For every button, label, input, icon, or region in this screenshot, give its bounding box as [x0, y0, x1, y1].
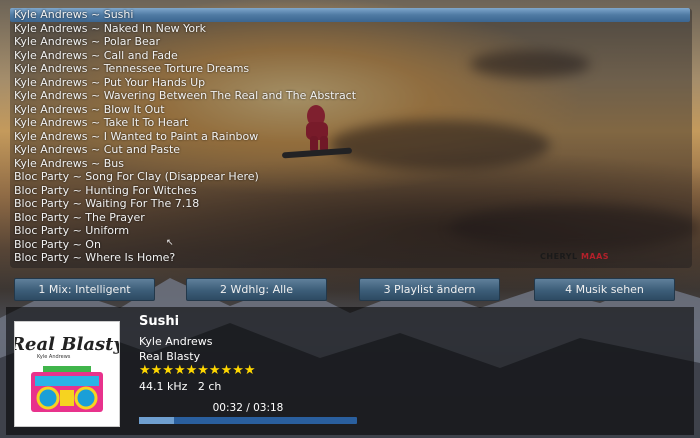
playlist-item[interactable]: Kyle Andrews ~ I Wanted to Paint a Rainb…	[10, 130, 692, 144]
track-artist: Kyle Andrews	[139, 335, 213, 348]
playlist-item[interactable]: Kyle Andrews ~ Polar Bear	[10, 35, 692, 49]
playlist-item[interactable]: Kyle Andrews ~ Blow It Out	[10, 103, 692, 117]
mouse-cursor-icon: ↖	[166, 238, 174, 248]
playlist-item[interactable]: Kyle Andrews ~ Call and Fade	[10, 49, 692, 63]
rating-stars: ★★★★★★★★★★	[139, 363, 256, 378]
playlist-item[interactable]: Kyle Andrews ~ Sushi	[10, 8, 690, 22]
playback-time: 00:32 / 03:18	[212, 402, 284, 414]
audio-format-info: 44.1 kHz 2 ch	[139, 380, 222, 393]
track-title: Sushi	[139, 314, 180, 329]
progress-bar[interactable]	[139, 417, 357, 424]
playlist-item[interactable]: Bloc Party ~ Waiting For The 7.18	[10, 197, 692, 211]
playlist-item[interactable]: Bloc Party ~ Song For Clay (Disappear He…	[10, 170, 692, 184]
playlist-item[interactable]: Kyle Andrews ~ Naked In New York	[10, 22, 692, 36]
playlist-item[interactable]: Bloc Party ~ The Prayer	[10, 211, 692, 225]
playlist-item[interactable]: Kyle Andrews ~ Wavering Between The Real…	[10, 89, 692, 103]
track-album: Real Blasty	[139, 350, 201, 363]
playlist-item[interactable]: Kyle Andrews ~ Tennessee Torture Dreams	[10, 62, 692, 76]
progress-fill	[139, 417, 174, 424]
playlist-item[interactable]: Kyle Andrews ~ Take It To Heart	[10, 116, 692, 130]
mix-button[interactable]: 1 Mix: Intelligent	[14, 278, 155, 301]
svg-text:Real Blasty: Real Blasty	[15, 334, 119, 355]
playlist-item[interactable]: Bloc Party ~ Hunting For Witches	[10, 184, 692, 198]
playlist-item[interactable]: Kyle Andrews ~ Put Your Hands Up	[10, 76, 692, 90]
playlist-list: Kyle Andrews ~ Sushi Kyle Andrews ~ Naked…	[10, 8, 692, 265]
edit-playlist-button[interactable]: 3 Playlist ändern	[359, 278, 500, 301]
playlist-item[interactable]: Bloc Party ~ On	[10, 238, 692, 252]
playlist-item[interactable]: Kyle Andrews ~ Bus	[10, 157, 692, 171]
album-cover-art: Real Blasty Kyle Andrews	[9, 321, 125, 427]
photo-watermark: CHERYL MAAS	[540, 252, 610, 261]
view-music-button[interactable]: 4 Musik sehen	[534, 278, 675, 301]
svg-text:Kyle Andrews: Kyle Andrews	[37, 354, 71, 360]
playlist-item[interactable]: Kyle Andrews ~ Cut and Paste	[10, 143, 692, 157]
playlist-item[interactable]: Bloc Party ~ Uniform	[10, 224, 692, 238]
repeat-button[interactable]: 2 Wdhlg: Alle	[186, 278, 327, 301]
playlist: Kyle Andrews ~ Sushi Kyle Andrews ~ Naked…	[10, 8, 692, 268]
